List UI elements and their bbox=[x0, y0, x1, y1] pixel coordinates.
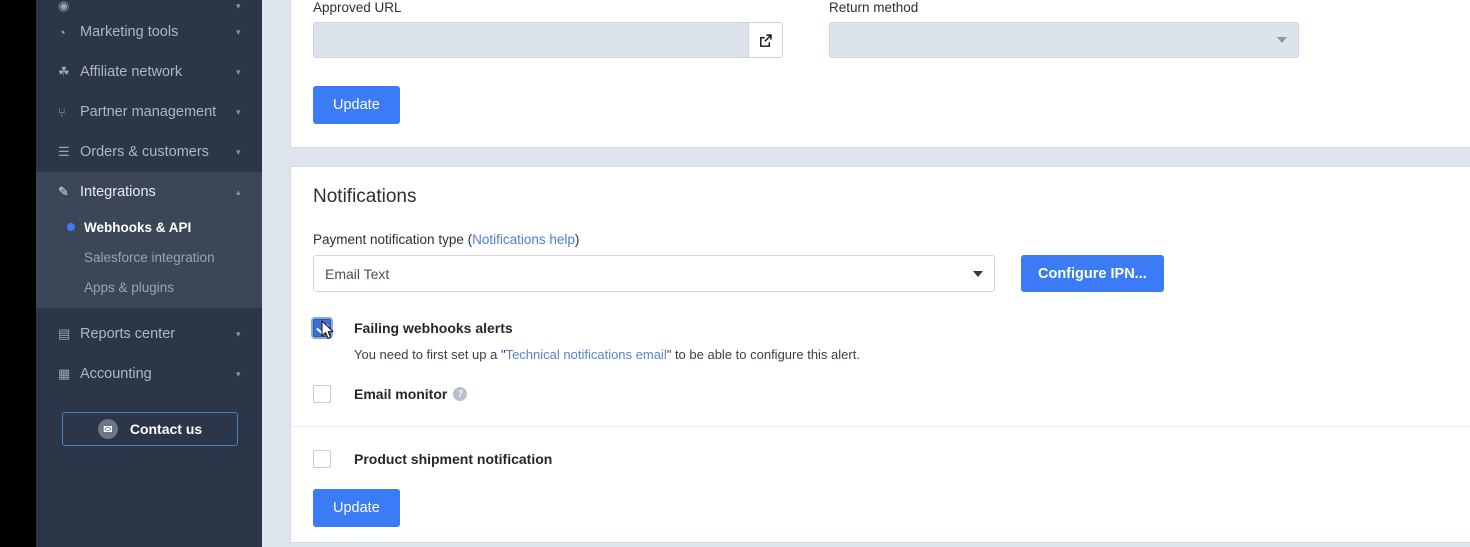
question-mark-icon[interactable]: ? bbox=[453, 387, 468, 401]
contact-us-button[interactable]: ✉ Contact us bbox=[62, 412, 238, 446]
chevron-down-icon bbox=[1277, 37, 1287, 43]
payment-notification-type-value: Email Text bbox=[325, 265, 390, 282]
sidebar-subitem-label: Salesforce integration bbox=[84, 249, 215, 265]
chevron-down-icon bbox=[973, 270, 983, 277]
section-divider bbox=[291, 426, 1470, 427]
sidebar-item-label: Integrations bbox=[80, 184, 156, 200]
clipboard-icon: ☰ bbox=[58, 144, 70, 159]
sidebar-item-salesforce-integration[interactable]: Salesforce integration bbox=[36, 242, 262, 272]
failing-webhooks-alerts-label: Failing webhooks alerts bbox=[354, 320, 513, 336]
pie-chart-icon: ◔ bbox=[58, 24, 66, 40]
sidebar-item-integrations[interactable]: ✎ Integrations ▴ bbox=[36, 172, 262, 212]
notifications-panel: Notifications Payment notification type … bbox=[290, 166, 1470, 543]
technical-notifications-email-link[interactable]: Technical notifications email bbox=[506, 347, 667, 362]
sidebar-item-webhooks-api[interactable]: Webhooks & API bbox=[36, 212, 262, 242]
contact-us-label: Contact us bbox=[129, 421, 203, 437]
sidebar-item-label: Accounting bbox=[80, 366, 152, 382]
sidebar-item-label: Partner management bbox=[80, 104, 217, 120]
chevron-down-icon: ▾ bbox=[236, 368, 241, 379]
payment-settings-panel: Approved URL Return method Update bbox=[290, 0, 1470, 148]
update-payment-settings-button[interactable]: Update bbox=[313, 86, 400, 124]
bar-chart-icon: ▤ bbox=[58, 326, 71, 341]
return-method-label: Return method bbox=[829, 0, 919, 15]
sidebar-item-marketing-tools[interactable]: ◔ Marketing tools ▾ bbox=[36, 12, 262, 52]
approved-url-input[interactable] bbox=[313, 22, 749, 58]
sidebar-subitem-label: Apps & plugins bbox=[84, 279, 175, 295]
open-approved-url-button[interactable] bbox=[749, 22, 783, 58]
sidebar-item-orders-customers[interactable]: ☰ Orders & customers ▾ bbox=[36, 132, 262, 172]
main-content: Approved URL Return method Update Notifi… bbox=[262, 0, 1470, 547]
email-monitor-label: Email monitor ? bbox=[354, 386, 468, 402]
handshake-icon: ☘ bbox=[58, 64, 70, 79]
sidebar-item-apps-plugins[interactable]: Apps & plugins bbox=[36, 272, 262, 302]
email-monitor-group: Email monitor ? bbox=[313, 385, 1448, 403]
chevron-down-icon: ▾ bbox=[236, 328, 241, 339]
return-method-select[interactable] bbox=[829, 22, 1299, 58]
configure-ipn-button[interactable]: Configure IPN... bbox=[1021, 255, 1164, 292]
sidebar-item-partial-top[interactable]: ◉ ▾ bbox=[36, 0, 262, 12]
sidebar-item-label: Marketing tools bbox=[80, 24, 179, 40]
product-shipment-notification-label: Product shipment notification bbox=[354, 451, 553, 467]
chevron-down-icon: ▾ bbox=[236, 66, 241, 77]
update-notifications-button[interactable]: Update bbox=[313, 489, 400, 527]
approved-url-field-group: Approved URL bbox=[313, 0, 783, 58]
payment-notification-type-select[interactable]: Email Text bbox=[313, 255, 995, 292]
sidebar-item-label: Affiliate network bbox=[80, 64, 183, 80]
sidebar-item-accounting[interactable]: ▦ Accounting ▾ bbox=[36, 354, 262, 394]
return-method-field-group: Return method bbox=[829, 0, 1299, 58]
notifications-title: Notifications bbox=[313, 186, 417, 207]
sidebar-item-reports-center[interactable]: ▤ Reports center ▾ bbox=[36, 314, 262, 354]
email-monitor-checkbox[interactable] bbox=[313, 385, 331, 403]
org-chart-icon: ⑂ bbox=[58, 104, 66, 120]
active-dot-icon bbox=[67, 223, 75, 231]
sidebar-item-label: Reports center bbox=[80, 326, 176, 342]
sidebar-item-label: Orders & customers bbox=[80, 144, 209, 160]
chevron-down-icon: ▾ bbox=[236, 106, 241, 117]
payment-notification-type-label: Payment notification type (Notifications… bbox=[313, 232, 580, 247]
sidebar: ◉ ▾ ◔ Marketing tools ▾ ☘ Affiliate netw… bbox=[36, 0, 262, 547]
chevron-up-icon: ▴ bbox=[236, 186, 241, 197]
app-root: ◉ ▾ ◔ Marketing tools ▾ ☘ Affiliate netw… bbox=[0, 0, 1470, 547]
chevron-down-icon: ▾ bbox=[236, 146, 241, 157]
failing-webhooks-alerts-checkbox[interactable] bbox=[313, 319, 331, 337]
failing-webhooks-alerts-hint: You need to first set up a "Technical no… bbox=[354, 347, 860, 362]
chevron-down-icon: ▾ bbox=[236, 26, 241, 37]
ledger-icon: ▦ bbox=[58, 366, 71, 381]
sidebar-item-affiliate-network[interactable]: ☘ Affiliate network ▾ bbox=[36, 52, 262, 92]
envelope-icon: ✉ bbox=[97, 419, 118, 439]
partial-icon: ◉ bbox=[58, 0, 70, 12]
external-link-icon bbox=[760, 33, 772, 47]
chevron-down-icon: ▾ bbox=[236, 0, 241, 11]
plug-icon: ✎ bbox=[58, 184, 69, 199]
left-gutter bbox=[0, 0, 36, 547]
failing-webhooks-alerts-group: Failing webhooks alerts You need to firs… bbox=[313, 319, 1448, 362]
sidebar-subnav-integrations: Webhooks & API Salesforce integration Ap… bbox=[36, 212, 262, 308]
sidebar-subitem-label: Webhooks & API bbox=[84, 219, 192, 235]
approved-url-label: Approved URL bbox=[313, 0, 402, 15]
product-shipment-notification-group: Product shipment notification bbox=[313, 450, 1448, 468]
product-shipment-notification-checkbox[interactable] bbox=[313, 450, 331, 468]
sidebar-item-partner-management[interactable]: ⑂ Partner management ▾ bbox=[36, 92, 262, 132]
notifications-help-link[interactable]: Notifications help bbox=[472, 232, 575, 247]
